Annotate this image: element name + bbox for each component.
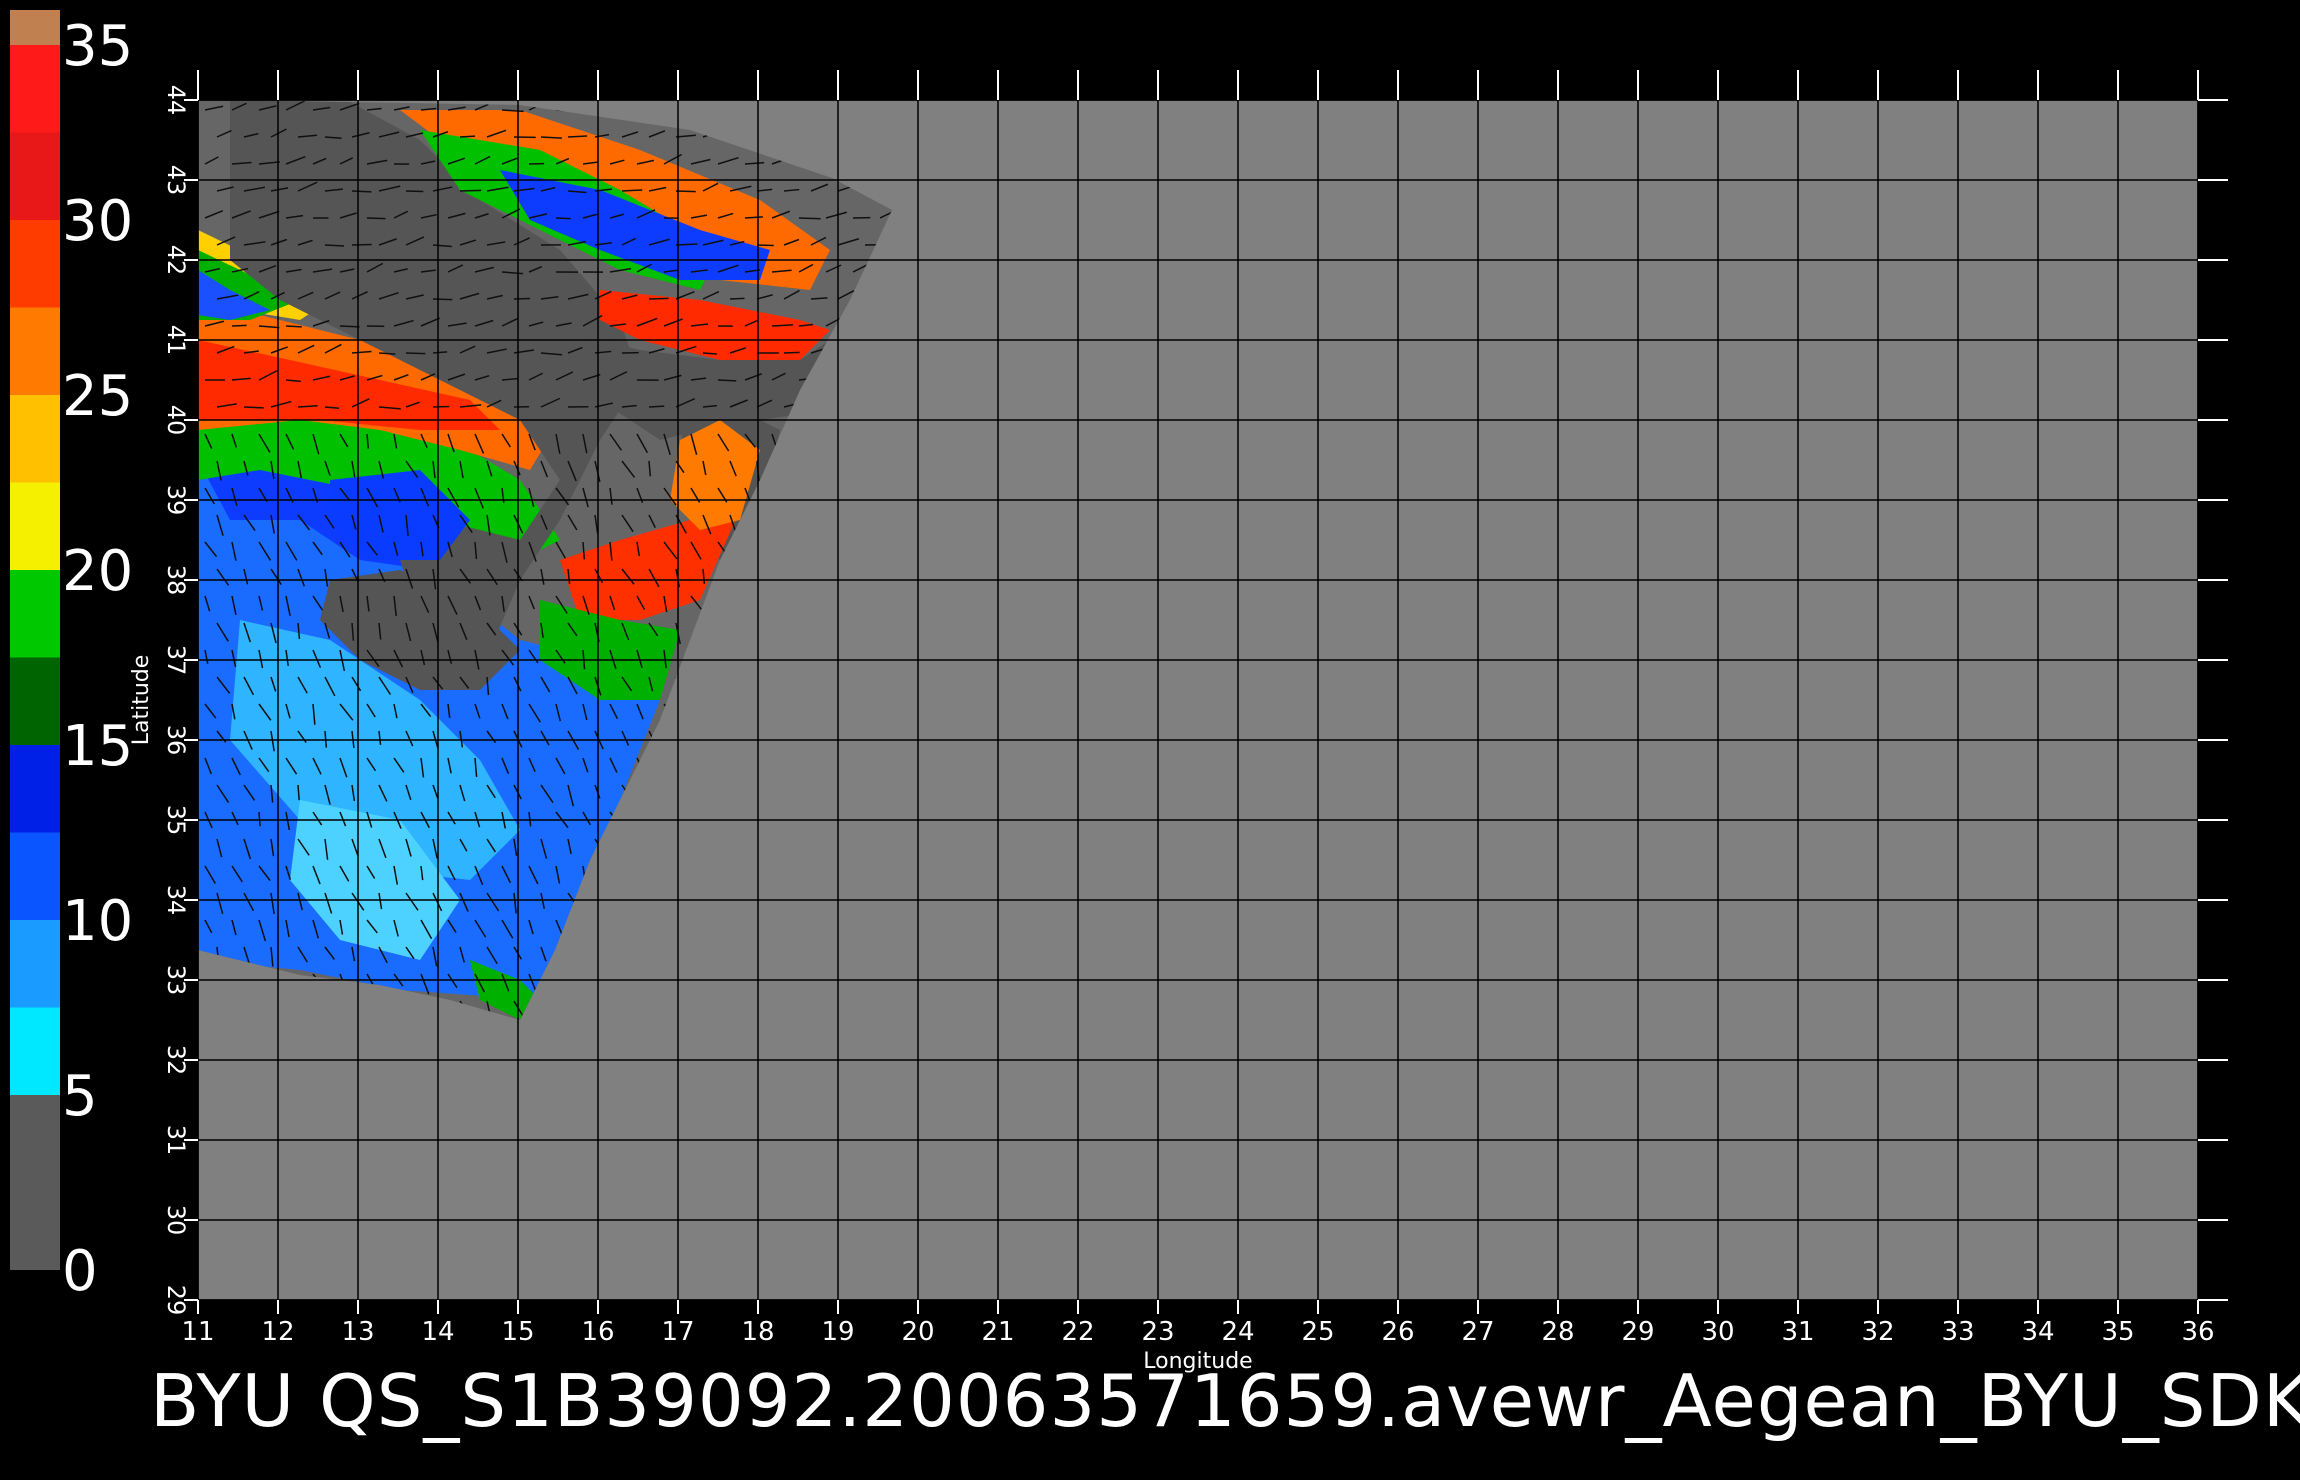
wind-vector bbox=[729, 297, 745, 300]
wind-vector bbox=[324, 244, 344, 247]
x-tick-label: 33 bbox=[1941, 1317, 1974, 1347]
colorbar-segment bbox=[10, 10, 60, 45]
colorbar-segment bbox=[10, 45, 60, 133]
wind-vector bbox=[783, 351, 800, 354]
x-tick-label: 20 bbox=[901, 1317, 934, 1347]
y-tick-label: 39 bbox=[162, 485, 190, 516]
x-tick-label: 24 bbox=[1221, 1317, 1254, 1347]
y-tick-label: 42 bbox=[162, 245, 190, 276]
x-tick-label: 16 bbox=[581, 1317, 614, 1347]
x-tick-label: 27 bbox=[1461, 1317, 1494, 1347]
x-tick-label: 19 bbox=[821, 1317, 854, 1347]
x-tick-label: 22 bbox=[1061, 1317, 1094, 1347]
y-tick-label: 38 bbox=[162, 565, 190, 596]
y-axis-label: Latitude bbox=[129, 655, 154, 746]
colorbar: 0 5 10 15 20 25 30 35 bbox=[10, 10, 133, 1304]
wind-vector bbox=[285, 325, 302, 328]
colorbar-segment bbox=[10, 745, 60, 833]
colorbar-segment bbox=[10, 220, 60, 308]
wind-vector bbox=[717, 379, 737, 382]
colorbar-segment bbox=[10, 132, 60, 220]
x-tick-label: 25 bbox=[1301, 1317, 1334, 1347]
y-tick-label: 44 bbox=[162, 85, 190, 116]
y-tick-label: 37 bbox=[162, 645, 190, 676]
x-tick-label: 31 bbox=[1781, 1317, 1814, 1347]
wind-vector bbox=[258, 811, 261, 827]
wind-vector bbox=[648, 405, 665, 408]
wind-vector bbox=[432, 298, 453, 301]
x-tick-label: 11 bbox=[181, 1317, 214, 1347]
colorbar-tick-label: 25 bbox=[62, 364, 133, 429]
wind-vector bbox=[405, 190, 424, 193]
x-tick-label: 32 bbox=[1861, 1317, 1894, 1347]
colorbar-segment bbox=[10, 395, 60, 483]
x-tick-label: 34 bbox=[2021, 1317, 2054, 1347]
colorbar-segment bbox=[10, 482, 60, 570]
colorbar-segment bbox=[10, 1095, 60, 1270]
x-tick-label: 21 bbox=[981, 1317, 1014, 1347]
wind-vector bbox=[459, 189, 482, 192]
wind-vector bbox=[621, 189, 643, 192]
colorbar-segment bbox=[10, 920, 60, 1008]
wind-vector bbox=[756, 244, 774, 247]
map-plot: 11 12 13 14 15 16 17 18 19 20 21 22 23 24 25 26 27 28 29 30… bbox=[129, 70, 2228, 1374]
colorbar-tick-label: 30 bbox=[62, 189, 133, 254]
x-tick-label: 35 bbox=[2101, 1317, 2134, 1347]
y-tick-label: 41 bbox=[162, 325, 190, 356]
wind-vector bbox=[366, 217, 386, 220]
colorbar-segment bbox=[10, 657, 60, 745]
colorbar-tick-label: 10 bbox=[62, 889, 133, 954]
y-tick-label: 33 bbox=[162, 965, 190, 996]
colorbar-segment bbox=[10, 832, 60, 920]
x-tick-label: 17 bbox=[661, 1317, 694, 1347]
x-tick-label: 14 bbox=[421, 1317, 454, 1347]
colorbar-segment bbox=[10, 570, 60, 658]
y-tick-label: 35 bbox=[162, 805, 190, 836]
wind-vector bbox=[351, 243, 372, 246]
wind-vector bbox=[459, 135, 476, 138]
x-tick-label: 18 bbox=[741, 1317, 774, 1347]
wind-vector bbox=[675, 243, 698, 246]
wind-vector bbox=[798, 217, 821, 220]
x-tick-label: 15 bbox=[501, 1317, 534, 1347]
y-tick-label: 30 bbox=[162, 1205, 190, 1236]
x-tick-label: 23 bbox=[1141, 1317, 1174, 1347]
wind-vector bbox=[702, 352, 718, 355]
wind-vector bbox=[567, 135, 588, 138]
colorbar-tick-label: 20 bbox=[62, 539, 133, 604]
y-tick-label: 40 bbox=[162, 405, 190, 436]
x-tick-label: 29 bbox=[1621, 1317, 1654, 1347]
wind-vector bbox=[648, 297, 669, 300]
wind-vector bbox=[405, 352, 426, 355]
y-tick-label: 32 bbox=[162, 1045, 190, 1076]
wind-vector bbox=[513, 297, 531, 300]
wind-vector bbox=[231, 324, 247, 327]
colorbar-segment bbox=[10, 307, 60, 395]
wind-vector bbox=[243, 406, 264, 409]
image-title: BYU QS_S1B39092.20063571659.avewr_Aegean… bbox=[150, 1359, 2300, 1443]
wind-vector bbox=[675, 190, 696, 193]
colorbar-tick-label: 15 bbox=[62, 714, 133, 779]
y-tick-label: 43 bbox=[162, 165, 190, 196]
wind-vector bbox=[555, 217, 571, 220]
y-tick-label: 36 bbox=[162, 725, 190, 756]
colorbar-tick-label: 0 bbox=[62, 1239, 98, 1304]
map-figure: 0 5 10 15 20 25 30 35 11 12 13 14 15 16 17 18 1… bbox=[10, 10, 2228, 1374]
x-tick-label: 26 bbox=[1381, 1317, 1414, 1347]
y-tick-label: 34 bbox=[162, 885, 190, 916]
wind-vector bbox=[351, 190, 372, 193]
x-tick-label: 12 bbox=[261, 1317, 294, 1347]
x-tick-label: 28 bbox=[1541, 1317, 1574, 1347]
colorbar-tick-label: 5 bbox=[62, 1064, 98, 1129]
colorbar-segment bbox=[10, 1007, 60, 1095]
x-tick-label: 30 bbox=[1701, 1317, 1734, 1347]
wind-vector bbox=[339, 325, 360, 328]
y-tick-label: 29 bbox=[162, 1285, 190, 1316]
colorbar-tick-label: 35 bbox=[62, 14, 133, 79]
y-tick-label: 31 bbox=[162, 1125, 190, 1156]
x-tick-label: 36 bbox=[2181, 1317, 2214, 1347]
x-tick-label: 13 bbox=[341, 1317, 374, 1347]
